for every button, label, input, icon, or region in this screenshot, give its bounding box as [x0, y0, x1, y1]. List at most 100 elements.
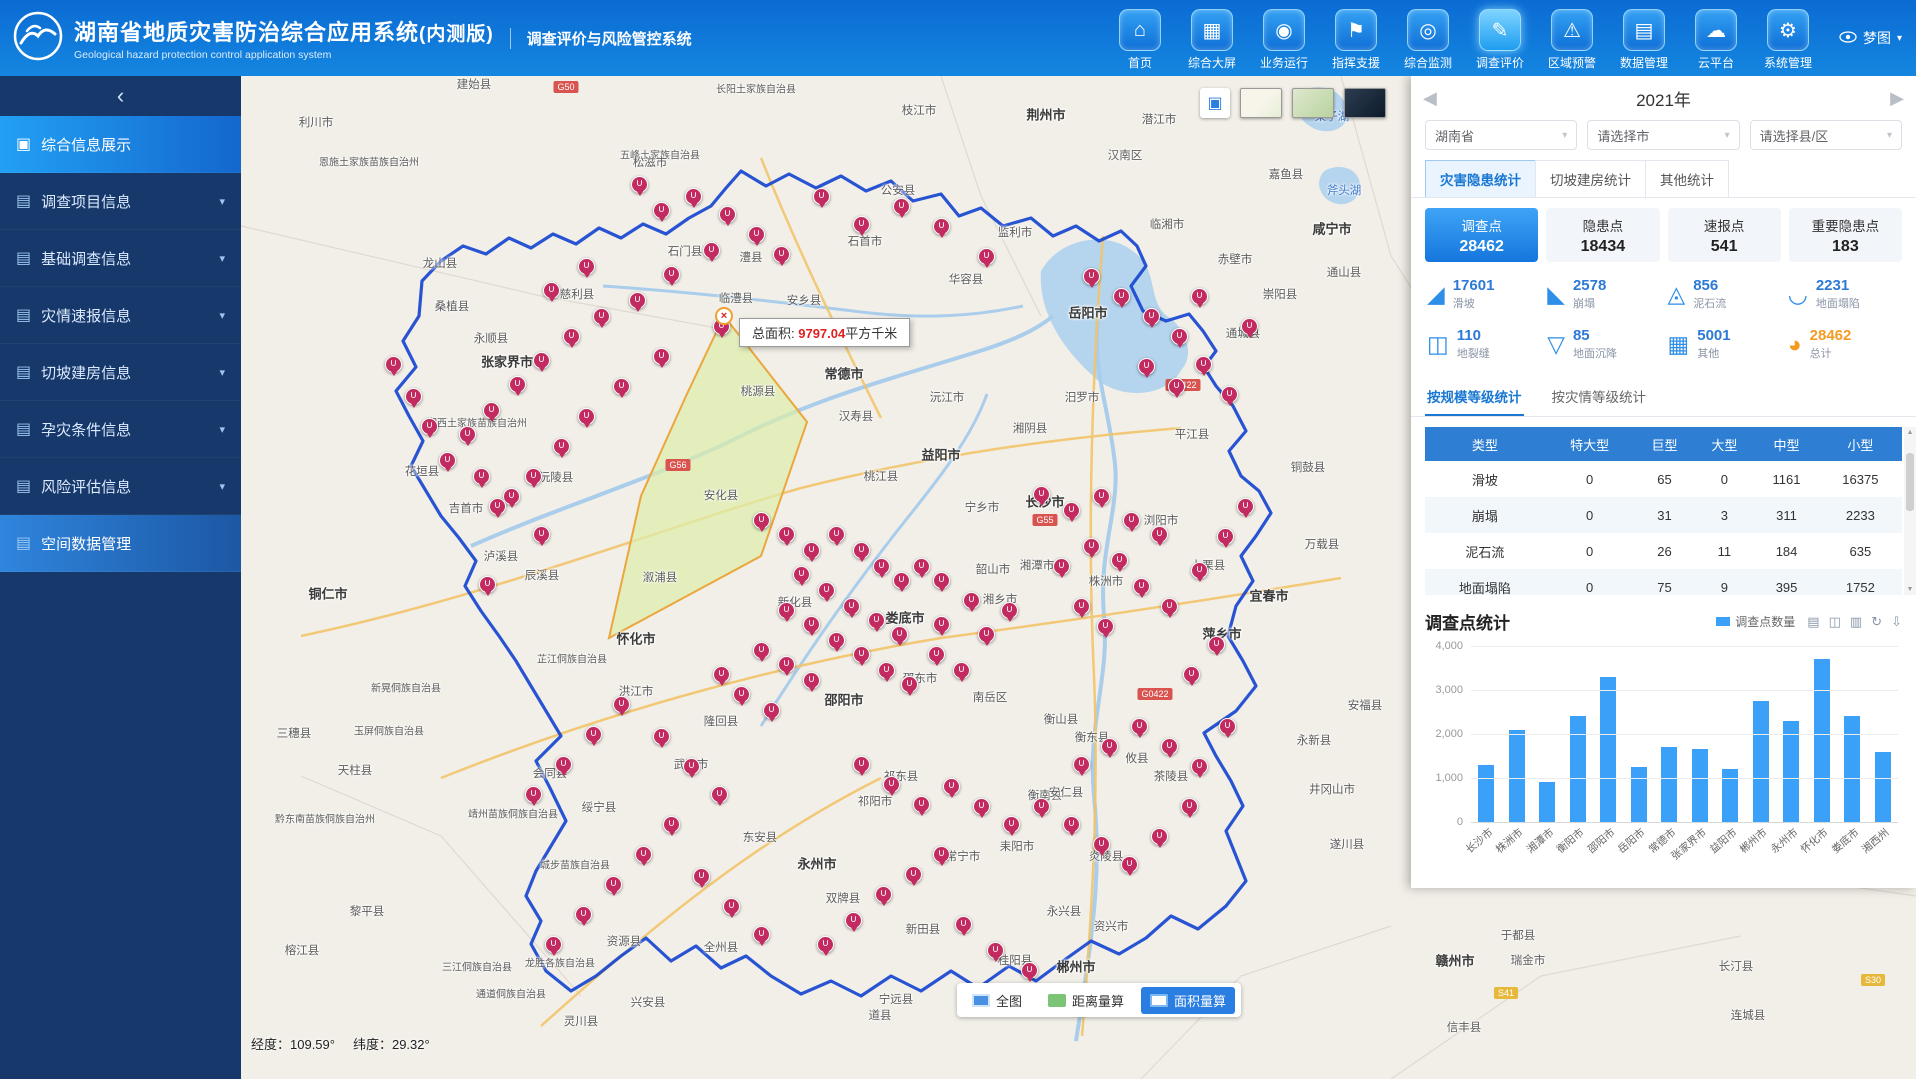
hazard-point-marker[interactable]: ∪	[803, 672, 820, 689]
hazard-point-marker[interactable]: ∪	[1001, 602, 1018, 619]
hazard-point-marker[interactable]: ∪	[953, 662, 970, 679]
hazard-point-marker[interactable]: ∪	[635, 846, 652, 863]
hazard-point-marker[interactable]: ∪	[1113, 288, 1130, 305]
hazard-point-marker[interactable]: ∪	[703, 242, 720, 259]
hazard-point-marker[interactable]: ∪	[901, 676, 918, 693]
hazard-point-marker[interactable]: ∪	[1241, 318, 1258, 335]
hazard-point-marker[interactable]: ∪	[605, 876, 622, 893]
hazard-point-marker[interactable]: ∪	[563, 328, 580, 345]
sidebar-item-base-survey[interactable]: ▤基础调查信息▾	[0, 230, 241, 287]
prev-year-button[interactable]: ◀	[1423, 88, 1437, 109]
hazard-point-marker[interactable]: ∪	[853, 646, 870, 663]
chart-bar[interactable]	[1661, 747, 1677, 822]
nav-item-cloud[interactable]: ☁云平台	[1683, 9, 1749, 71]
hazard-point-marker[interactable]: ∪	[1161, 738, 1178, 755]
hazard-point-marker[interactable]: ∪	[1133, 578, 1150, 595]
hazard-point-marker[interactable]: ∪	[1121, 856, 1138, 873]
map-tool-fullextent[interactable]: 全图	[963, 987, 1031, 1014]
hazard-point-marker[interactable]: ∪	[525, 468, 542, 485]
chart-bar[interactable]	[1783, 721, 1799, 822]
hazard-point-marker[interactable]: ∪	[987, 942, 1004, 959]
refresh-icon[interactable]: ↻	[1871, 614, 1882, 630]
hazard-point-marker[interactable]: ∪	[533, 352, 550, 369]
hazard-point-marker[interactable]: ∪	[711, 786, 728, 803]
hazard-point-marker[interactable]: ∪	[913, 796, 930, 813]
hazard-point-marker[interactable]: ∪	[553, 438, 570, 455]
hazard-point-marker[interactable]: ∪	[913, 558, 930, 575]
hazard-point-marker[interactable]: ∪	[578, 258, 595, 275]
chart-bar[interactable]	[1875, 752, 1891, 822]
hazard-point-marker[interactable]: ∪	[479, 576, 496, 593]
hazard-point-marker[interactable]: ∪	[1183, 666, 1200, 683]
hazard-point-marker[interactable]: ∪	[483, 402, 500, 419]
basemap-thumb-terrain[interactable]	[1292, 88, 1334, 118]
hazard-point-marker[interactable]: ∪	[575, 906, 592, 923]
hazard-point-marker[interactable]: ∪	[1073, 756, 1090, 773]
nav-item-home[interactable]: ⌂首页	[1107, 9, 1173, 71]
chart-bar[interactable]	[1600, 677, 1616, 822]
hazard-point-marker[interactable]: ∪	[713, 666, 730, 683]
hazard-point-marker[interactable]: ∪	[1093, 488, 1110, 505]
hazard-point-marker[interactable]: ∪	[763, 702, 780, 719]
hazard-point-marker[interactable]: ∪	[653, 202, 670, 219]
hazard-point-marker[interactable]: ∪	[503, 488, 520, 505]
hazard-point-marker[interactable]: ∪	[1063, 816, 1080, 833]
hazard-point-marker[interactable]: ∪	[1138, 358, 1155, 375]
hazard-point-marker[interactable]: ∪	[793, 566, 810, 583]
hazard-point-marker[interactable]: ∪	[1168, 378, 1185, 395]
hazard-point-marker[interactable]: ∪	[873, 558, 890, 575]
chart-bar[interactable]	[1692, 749, 1708, 822]
hazard-point-marker[interactable]: ∪	[778, 656, 795, 673]
hazard-point-marker[interactable]: ∪	[405, 388, 422, 405]
chart-bar[interactable]	[1631, 767, 1647, 822]
table-scrollbar[interactable]: ▲ ▼	[1904, 427, 1916, 595]
hazard-point-marker[interactable]: ∪	[1151, 828, 1168, 845]
user-menu[interactable]: 梦图 ▾	[1839, 28, 1902, 48]
hazard-point-marker[interactable]: ∪	[928, 646, 945, 663]
hazard-point-marker[interactable]: ∪	[1191, 562, 1208, 579]
hazard-point-marker[interactable]: ∪	[1171, 328, 1188, 345]
hazard-point-marker[interactable]: ∪	[853, 756, 870, 773]
hazard-point-marker[interactable]: ∪	[653, 348, 670, 365]
hazard-point-marker[interactable]: ∪	[955, 916, 972, 933]
hazard-point-marker[interactable]: ∪	[803, 616, 820, 633]
nav-item-data[interactable]: ▤数据管理	[1611, 9, 1677, 71]
hazard-point-marker[interactable]: ∪	[1191, 758, 1208, 775]
hazard-point-marker[interactable]: ∪	[543, 282, 560, 299]
hazard-point-marker[interactable]: ∪	[1191, 288, 1208, 305]
hazard-point-marker[interactable]: ∪	[748, 226, 765, 243]
scrollbar-thumb[interactable]	[1906, 453, 1914, 511]
hazard-point-marker[interactable]: ∪	[753, 512, 770, 529]
hazard-point-marker[interactable]: ∪	[459, 426, 476, 443]
hazard-point-marker[interactable]: ∪	[1131, 718, 1148, 735]
tab-其他统计[interactable]: 其他统计	[1645, 160, 1729, 197]
hazard-point-marker[interactable]: ∪	[1021, 962, 1038, 979]
subtab-按规模等级统计[interactable]: 按规模等级统计	[1425, 378, 1524, 416]
nav-item-command[interactable]: ⚑指挥支援	[1323, 9, 1389, 71]
hazard-point-marker[interactable]: ∪	[1033, 798, 1050, 815]
hazard-point-marker[interactable]: ∪	[613, 378, 630, 395]
chart-bar[interactable]	[1539, 782, 1555, 822]
hazard-point-marker[interactable]: ∪	[933, 572, 950, 589]
hazard-point-marker[interactable]: ∪	[878, 662, 895, 679]
hazard-point-marker[interactable]: ∪	[653, 728, 670, 745]
hazard-point-marker[interactable]: ∪	[868, 612, 885, 629]
hazard-point-marker[interactable]: ∪	[1181, 798, 1198, 815]
next-year-button[interactable]: ▶	[1890, 88, 1904, 109]
hazard-point-marker[interactable]: ∪	[893, 198, 910, 215]
map-tool-area[interactable]: 面积量算	[1141, 987, 1235, 1014]
sidebar-collapse-button[interactable]: ‹	[0, 76, 241, 116]
hazard-point-marker[interactable]: ∪	[933, 616, 950, 633]
hazard-point-marker[interactable]: ∪	[978, 626, 995, 643]
hazard-point-marker[interactable]: ∪	[943, 778, 960, 795]
map-tool-distance[interactable]: 距离量算	[1039, 987, 1133, 1014]
hazard-point-marker[interactable]: ∪	[1033, 486, 1050, 503]
chart-bar[interactable]	[1478, 765, 1494, 822]
hazard-point-marker[interactable]: ∪	[545, 936, 562, 953]
nav-item-warning[interactable]: ⚠区域预警	[1539, 9, 1605, 71]
basemap-thumb-satellite[interactable]	[1344, 88, 1386, 118]
hazard-point-marker[interactable]: ∪	[1111, 552, 1128, 569]
hazard-point-marker[interactable]: ∪	[1208, 636, 1225, 653]
sidebar-item-spatial-data[interactable]: ▤空间数据管理	[0, 515, 241, 572]
hazard-point-marker[interactable]: ∪	[875, 886, 892, 903]
